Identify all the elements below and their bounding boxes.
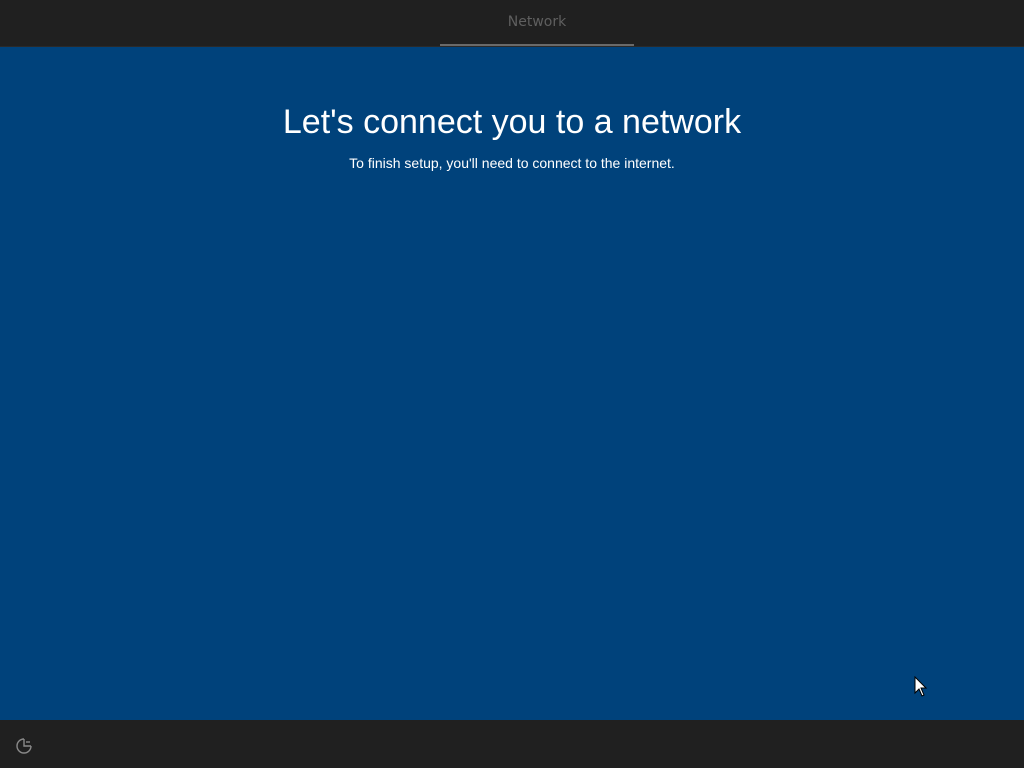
page-subtitle: To finish setup, you'll need to connect … [349, 155, 675, 171]
ease-of-access-icon[interactable] [14, 736, 34, 756]
mouse-cursor-icon [914, 676, 928, 697]
setup-page: Let's connect you to a network To finish… [0, 47, 1024, 720]
bottom-bar [0, 720, 1024, 768]
top-progress-bar: Network [0, 0, 1024, 47]
page-title: Let's connect you to a network [282, 103, 742, 141]
step-tab-network: Network [440, 0, 634, 46]
